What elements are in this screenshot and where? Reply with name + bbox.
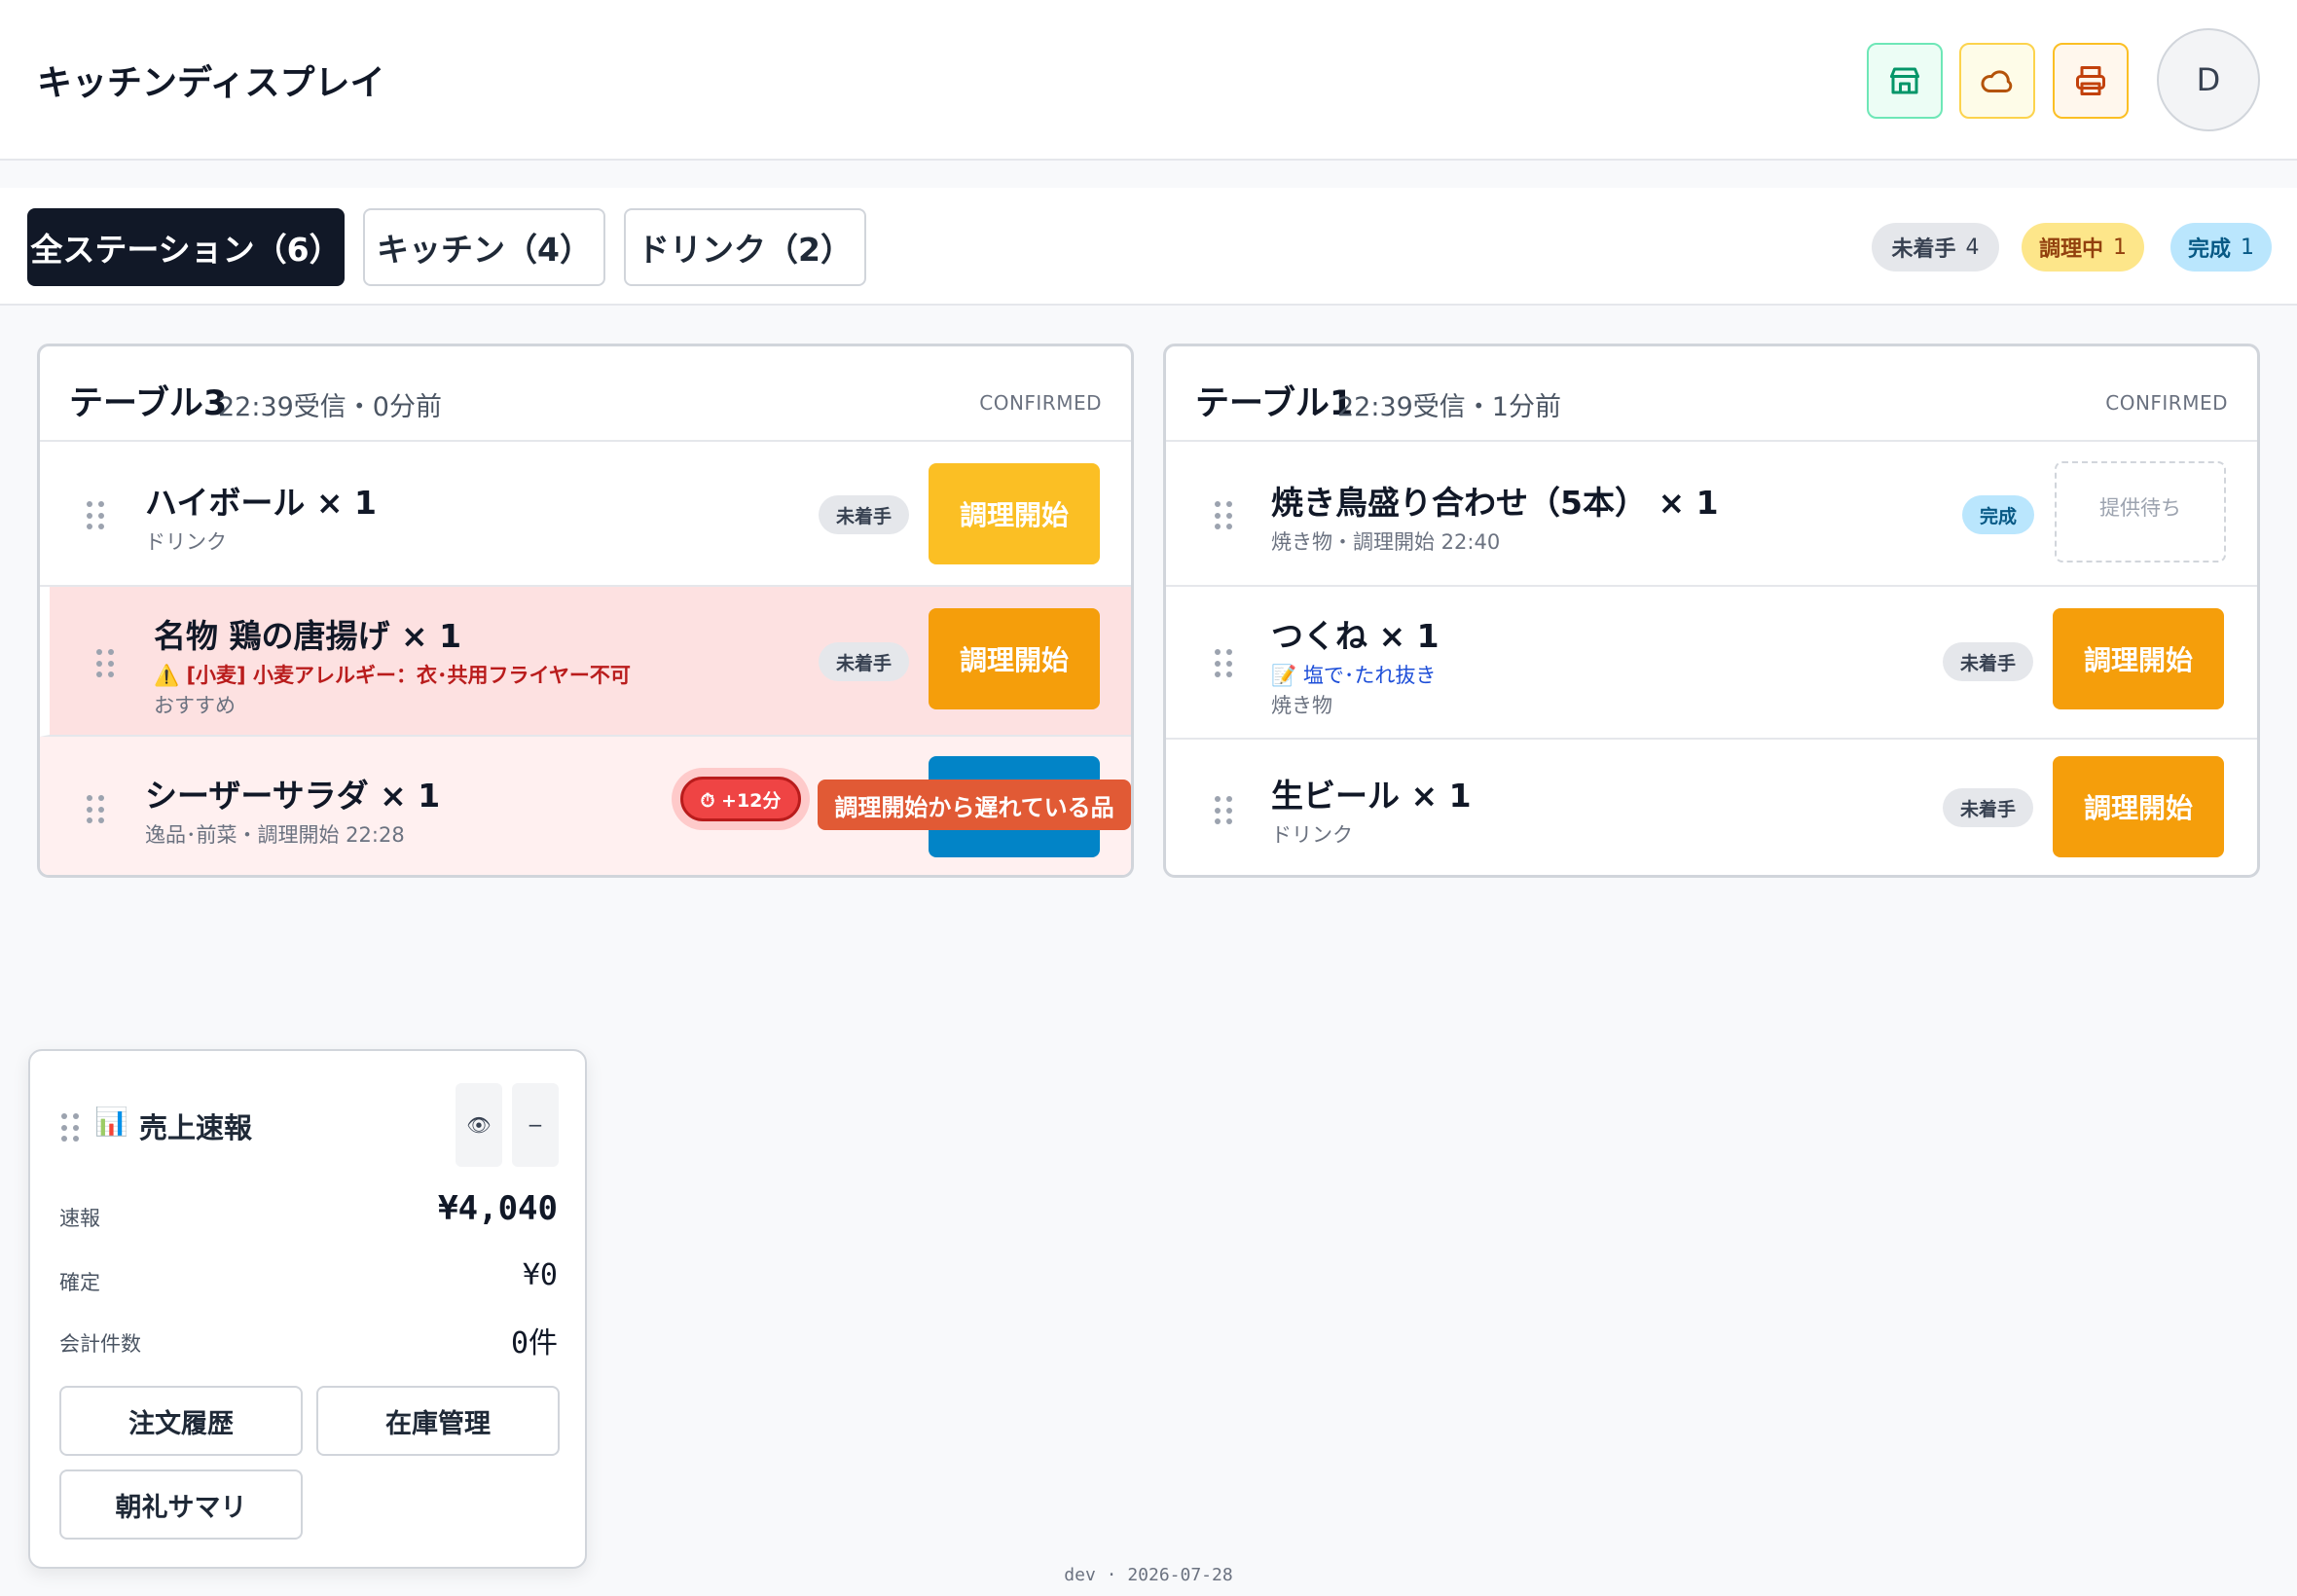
status-badge: 未着手 bbox=[1943, 788, 2034, 827]
store-icon bbox=[1890, 67, 1919, 94]
ticket-header: テーブル1 22:39受信・1分前 CONFIRMED bbox=[1166, 346, 2257, 442]
drag-handle-icon[interactable] bbox=[1215, 796, 1232, 825]
item-name: 生ビール × 1 bbox=[1271, 777, 1472, 815]
item-station: ドリンク bbox=[145, 530, 227, 554]
item-station: 焼き物・調理開始 22:40 bbox=[1271, 530, 1501, 554]
delay-timer: ⏱ +12分 bbox=[672, 768, 810, 830]
ticket-card-table3: テーブル3 22:39受信・0分前 CONFIRMED ハイボール × 1 ドリ… bbox=[37, 344, 1134, 878]
checkout-count-label: 会計件数 bbox=[59, 1332, 141, 1356]
drag-handle-icon[interactable] bbox=[1215, 649, 1232, 678]
drag-handle-icon[interactable] bbox=[87, 501, 104, 530]
table-name: テーブル1 bbox=[1195, 384, 1354, 423]
station-tabbar: 全ステーション（6） キッチン（4） ドリンク（2） 未着手 4 調理中 1 完… bbox=[0, 188, 2297, 306]
cooking-count: 1 bbox=[2113, 235, 2127, 260]
start-cooking-button[interactable]: 調理開始 bbox=[929, 463, 1100, 564]
item-name: ハイボール × 1 bbox=[145, 484, 377, 522]
bar-chart-icon: 📊 bbox=[94, 1106, 128, 1138]
awaiting-serve-button[interactable]: 提供待ち bbox=[2055, 461, 2226, 562]
item-station: ドリンク bbox=[1271, 823, 1353, 847]
table-name: テーブル3 bbox=[69, 384, 228, 423]
status-badge: 未着手 bbox=[819, 642, 910, 681]
minimize-button[interactable]: − bbox=[512, 1083, 559, 1167]
cloud-icon bbox=[1981, 70, 2013, 93]
done-label: 完成 bbox=[2187, 237, 2231, 262]
ticket-status: CONFIRMED bbox=[979, 391, 1102, 415]
ticket-meta: 22:39受信・0分前 bbox=[218, 392, 442, 422]
page-title: キッチンディスプレイ bbox=[37, 63, 385, 103]
pending-count-pill: 未着手 4 bbox=[1872, 223, 1999, 272]
build-footer: dev · 2026-07-28 bbox=[1064, 1565, 1233, 1585]
tab-all-stations[interactable]: 全ステーション（6） bbox=[27, 208, 345, 286]
store-button[interactable] bbox=[1867, 43, 1943, 119]
tab-kitchen[interactable]: キッチン（4） bbox=[363, 208, 605, 286]
done-count-pill: 完成 1 bbox=[2170, 223, 2272, 272]
item-name: 名物 鶏の唐揚げ × 1 bbox=[154, 617, 462, 655]
eye-icon[interactable]: 👁 bbox=[456, 1083, 502, 1167]
drag-handle-icon[interactable] bbox=[1215, 501, 1232, 530]
printer-icon bbox=[2076, 66, 2105, 95]
tab-drink[interactable]: ドリンク（2） bbox=[624, 208, 866, 286]
item-note: 📝 塩で･たれ抜き bbox=[1271, 664, 1437, 687]
ticket-item-row: 生ビール × 1 ドリンク 未着手 調理開始 bbox=[1166, 740, 2257, 875]
ticket-status: CONFIRMED bbox=[2105, 391, 2228, 415]
status-badge: 完成 bbox=[1962, 495, 2035, 534]
inventory-button[interactable]: 在庫管理 bbox=[316, 1386, 560, 1456]
item-name: つくね × 1 bbox=[1271, 617, 1440, 655]
ticket-item-row: ハイボール × 1 ドリンク 未着手 調理開始 bbox=[40, 442, 1131, 587]
pending-label: 未着手 bbox=[1891, 237, 1956, 262]
item-name: シーザーサラダ × 1 bbox=[145, 777, 441, 815]
ticket-item-row: つくね × 1 📝 塩で･たれ抜き 焼き物 未着手 調理開始 bbox=[1166, 587, 2257, 740]
checkout-count-value: 0件 bbox=[510, 1326, 558, 1360]
order-history-button[interactable]: 注文履歴 bbox=[59, 1386, 303, 1456]
user-avatar[interactable]: D bbox=[2157, 28, 2260, 131]
drag-handle-icon[interactable] bbox=[61, 1113, 79, 1143]
confirmed-sales-value: ¥0 bbox=[522, 1258, 558, 1292]
item-tag: おすすめ bbox=[154, 694, 236, 717]
delay-tooltip: 調理開始から遅れている品 bbox=[818, 780, 1131, 830]
done-count: 1 bbox=[2241, 235, 2254, 260]
cooking-count-pill: 調理中 1 bbox=[2022, 223, 2144, 272]
status-badge: 未着手 bbox=[1943, 642, 2034, 681]
start-cooking-button[interactable]: 調理開始 bbox=[2053, 756, 2224, 857]
ticket-card-table1: テーブル1 22:39受信・1分前 CONFIRMED 焼き鳥盛り合わせ（5本）… bbox=[1163, 344, 2260, 878]
morning-summary-button[interactable]: 朝礼サマリ bbox=[59, 1469, 303, 1540]
drag-handle-icon[interactable] bbox=[96, 649, 114, 678]
app-header: キッチンディスプレイ D bbox=[0, 0, 2297, 161]
cooking-label: 調理中 bbox=[2038, 237, 2103, 262]
allergy-warning: ⚠️ [小麦] 小麦アレルギー：衣･共用フライヤー不可 bbox=[154, 664, 631, 687]
status-badge: 未着手 bbox=[819, 495, 910, 534]
start-cooking-button[interactable]: 調理開始 bbox=[929, 608, 1100, 709]
cloud-sync-button[interactable] bbox=[1959, 43, 2035, 119]
ticket-meta: 22:39受信・1分前 bbox=[1337, 392, 1561, 422]
flash-sales-label: 速報 bbox=[59, 1207, 100, 1230]
item-station: 逸品･前菜・調理開始 22:28 bbox=[145, 823, 405, 847]
start-cooking-button[interactable]: 調理開始 bbox=[2053, 608, 2224, 709]
item-station: 焼き物 bbox=[1271, 694, 1332, 717]
flash-sales-value: ¥4,040 bbox=[438, 1189, 558, 1228]
ticket-header: テーブル3 22:39受信・0分前 CONFIRMED bbox=[40, 346, 1131, 442]
delay-timer-badge: ⏱ +12分 bbox=[680, 777, 801, 821]
drag-handle-icon[interactable] bbox=[87, 795, 104, 824]
ticket-item-row-allergy: 名物 鶏の唐揚げ × 1 ⚠️ [小麦] 小麦アレルギー：衣･共用フライヤー不可… bbox=[40, 587, 1131, 737]
print-button[interactable] bbox=[2053, 43, 2129, 119]
pending-count: 4 bbox=[1965, 235, 1980, 260]
item-name: 焼き鳥盛り合わせ（5本） × 1 bbox=[1271, 484, 1719, 522]
sales-widget: 📊 売上速報 👁 − 速報 ¥4,040 確定 ¥0 会計件数 0件 注文履歴 … bbox=[28, 1049, 587, 1569]
widget-title: 売上速報 bbox=[139, 1111, 253, 1144]
ticket-item-row: 焼き鳥盛り合わせ（5本） × 1 焼き物・調理開始 22:40 完成 提供待ち bbox=[1166, 442, 2257, 587]
confirmed-sales-label: 確定 bbox=[59, 1271, 100, 1294]
